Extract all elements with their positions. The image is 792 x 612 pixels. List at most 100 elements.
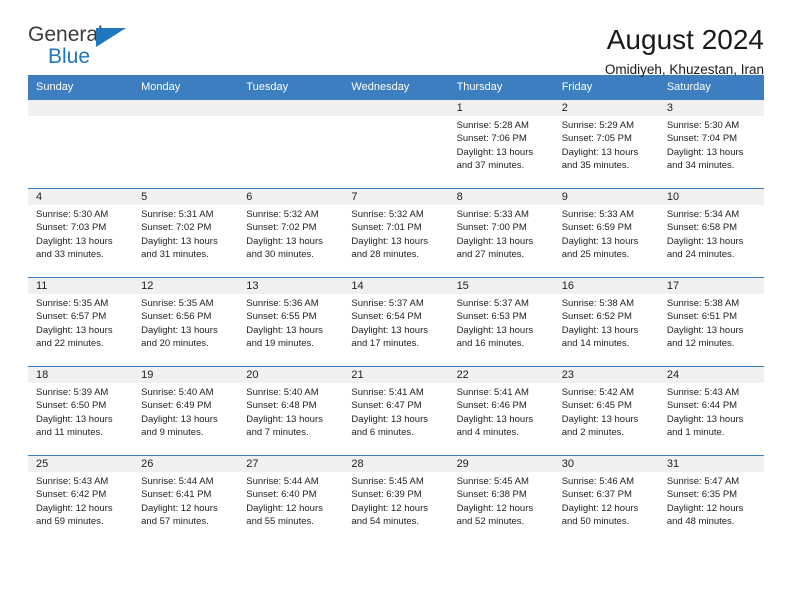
calendar-day-cell[interactable]: 20 Sunrise: 5:40 AM Sunset: 6:48 PM Dayligh… <box>238 366 344 456</box>
calendar-cell-empty <box>343 99 449 189</box>
day-detail-line: and 57 minutes. <box>141 515 209 527</box>
day-details: Sunrise: 5:41 AM Sunset: 6:47 PM Daylight:… <box>343 383 448 439</box>
calendar-day-cell[interactable]: 31 Sunrise: 5:47 AM Sunset: 6:35 PM Dayligh… <box>658 455 764 545</box>
day-detail-line: Sunset: 6:40 PM <box>246 489 317 501</box>
day-number: 25 <box>28 456 134 472</box>
calendar-day-cell[interactable]: 9 Sunrise: 5:33 AM Sunset: 6:59 PM Daylight… <box>553 188 659 278</box>
calendar-day-cell[interactable]: 21 Sunrise: 5:41 AM Sunset: 6:47 PM Dayligh… <box>343 366 449 456</box>
weekday-header-sunday: Sunday <box>28 75 134 100</box>
calendar-day-cell[interactable]: 14 Sunrise: 5:37 AM Sunset: 6:54 PM Dayligh… <box>343 277 449 367</box>
calendar-week-row: 25 Sunrise: 5:43 AM Sunset: 6:42 PM Dayligh… <box>28 455 764 545</box>
day-details: Sunrise: 5:30 AM Sunset: 7:03 PM Daylight:… <box>28 205 133 261</box>
day-detail-line: and 12 minutes. <box>666 337 735 349</box>
day-detail-line: Sunset: 6:50 PM <box>36 400 107 412</box>
day-detail-line: Sunset: 6:59 PM <box>561 222 632 234</box>
calendar-day-cell[interactable]: 17 Sunrise: 5:38 AM Sunset: 6:51 PM Dayligh… <box>658 277 764 367</box>
day-detail-line: and 31 minutes. <box>141 248 209 260</box>
calendar-day-cell[interactable]: 30 Sunrise: 5:46 AM Sunset: 6:37 PM Dayligh… <box>553 455 659 545</box>
day-details: Sunrise: 5:41 AM Sunset: 6:46 PM Daylight:… <box>449 383 554 439</box>
day-detail-line: and 33 minutes. <box>36 248 104 260</box>
calendar-day-cell[interactable]: 13 Sunrise: 5:36 AM Sunset: 6:55 PM Dayligh… <box>238 277 344 367</box>
day-details: Sunrise: 5:45 AM Sunset: 6:39 PM Daylight:… <box>343 472 448 528</box>
calendar-day-cell[interactable]: 28 Sunrise: 5:45 AM Sunset: 6:39 PM Dayligh… <box>343 455 449 545</box>
day-detail-line: Sunrise: 5:47 AM <box>666 476 740 487</box>
calendar-day-cell[interactable]: 23 Sunrise: 5:42 AM Sunset: 6:45 PM Dayligh… <box>553 366 659 456</box>
day-detail-line: Sunset: 6:54 PM <box>351 311 422 323</box>
day-detail-line: Sunset: 6:52 PM <box>561 311 632 323</box>
day-detail-line: Sunset: 6:41 PM <box>141 489 212 501</box>
day-detail-line: Sunrise: 5:41 AM <box>456 387 529 398</box>
day-detail-line: Sunrise: 5:29 AM <box>561 120 635 131</box>
day-detail-line: and 24 minutes. <box>666 248 735 260</box>
calendar-day-cell[interactable]: 26 Sunrise: 5:44 AM Sunset: 6:41 PM Dayligh… <box>133 455 239 545</box>
calendar-day-cell[interactable]: 18 Sunrise: 5:39 AM Sunset: 6:50 PM Dayligh… <box>28 366 134 456</box>
calendar-day-cell[interactable]: 4 Sunrise: 5:30 AM Sunset: 7:03 PM Daylight… <box>28 188 134 278</box>
day-detail-line: Sunrise: 5:40 AM <box>141 387 214 398</box>
day-details: Sunrise: 5:40 AM Sunset: 6:48 PM Daylight:… <box>238 383 343 439</box>
calendar-day-cell[interactable]: 15 Sunrise: 5:37 AM Sunset: 6:53 PM Dayligh… <box>448 277 554 367</box>
day-detail-line: Daylight: 13 hours <box>36 413 113 425</box>
calendar-day-cell[interactable]: 12 Sunrise: 5:35 AM Sunset: 6:56 PM Dayligh… <box>133 277 239 367</box>
day-details: Sunrise: 5:29 AM Sunset: 7:05 PM Daylight:… <box>554 116 659 172</box>
brand-logo[interactable]: General Blue <box>28 24 138 70</box>
day-detail-line: Daylight: 13 hours <box>666 235 744 247</box>
calendar-day-cell[interactable]: 5 Sunrise: 5:31 AM Sunset: 7:02 PM Daylight… <box>133 188 239 278</box>
calendar-day-cell[interactable]: 7 Sunrise: 5:32 AM Sunset: 7:01 PM Daylight… <box>343 188 449 278</box>
day-detail-line: Sunset: 6:42 PM <box>36 489 107 501</box>
day-details: Sunrise: 5:31 AM Sunset: 7:02 PM Daylight:… <box>133 205 238 261</box>
calendar-day-cell[interactable]: 25 Sunrise: 5:43 AM Sunset: 6:42 PM Dayligh… <box>28 455 134 545</box>
calendar-day-cell[interactable]: 8 Sunrise: 5:33 AM Sunset: 7:00 PM Daylight… <box>448 188 554 278</box>
day-detail-line: Sunrise: 5:43 AM <box>666 387 740 398</box>
day-detail-line: Daylight: 13 hours <box>351 324 428 336</box>
calendar-day-cell[interactable]: 19 Sunrise: 5:40 AM Sunset: 6:49 PM Dayligh… <box>133 366 239 456</box>
day-detail-line: Daylight: 13 hours <box>141 413 218 425</box>
day-detail-line: and 59 minutes. <box>36 515 104 527</box>
calendar-day-cell[interactable]: 10 Sunrise: 5:34 AM Sunset: 6:58 PM Dayligh… <box>658 188 764 278</box>
day-details: Sunrise: 5:28 AM Sunset: 7:06 PM Daylight:… <box>449 116 554 172</box>
day-detail-line: and 17 minutes. <box>351 337 420 349</box>
day-detail-line: Sunrise: 5:32 AM <box>351 209 424 220</box>
day-detail-line: Daylight: 13 hours <box>351 413 428 425</box>
day-detail-line: Sunset: 6:56 PM <box>141 311 212 323</box>
calendar-day-cell[interactable]: 22 Sunrise: 5:41 AM Sunset: 6:46 PM Dayligh… <box>448 366 554 456</box>
calendar-day-cell[interactable]: 2 Sunrise: 5:29 AM Sunset: 7:05 PM Daylight… <box>553 99 659 189</box>
triangle-icon <box>96 28 126 47</box>
day-details: Sunrise: 5:35 AM Sunset: 6:57 PM Daylight:… <box>28 294 133 350</box>
day-details: Sunrise: 5:39 AM Sunset: 6:50 PM Daylight:… <box>28 383 133 439</box>
day-detail-line: Sunset: 7:05 PM <box>561 133 632 145</box>
calendar-day-cell[interactable]: 29 Sunrise: 5:45 AM Sunset: 6:38 PM Dayligh… <box>448 455 554 545</box>
day-detail-line: Sunrise: 5:34 AM <box>666 209 740 220</box>
calendar-day-cell[interactable]: 11 Sunrise: 5:35 AM Sunset: 6:57 PM Dayligh… <box>28 277 134 367</box>
calendar-day-cell[interactable]: 3 Sunrise: 5:30 AM Sunset: 7:04 PM Daylight… <box>658 99 764 189</box>
day-detail-line: Daylight: 12 hours <box>351 502 428 514</box>
day-details: Sunrise: 5:40 AM Sunset: 6:49 PM Daylight:… <box>133 383 238 439</box>
day-detail-line: Sunrise: 5:33 AM <box>456 209 529 220</box>
calendar-day-cell[interactable]: 1 Sunrise: 5:28 AM Sunset: 7:06 PM Daylight… <box>448 99 554 189</box>
day-detail-line: Daylight: 13 hours <box>456 324 534 336</box>
day-detail-line: Daylight: 13 hours <box>36 235 113 247</box>
calendar-day-cell[interactable]: 16 Sunrise: 5:38 AM Sunset: 6:52 PM Dayligh… <box>553 277 659 367</box>
day-detail-line: Daylight: 13 hours <box>666 146 744 158</box>
day-detail-line: Sunset: 6:45 PM <box>561 400 632 412</box>
day-detail-line: Daylight: 13 hours <box>246 235 323 247</box>
day-detail-line: Sunrise: 5:45 AM <box>351 476 424 487</box>
day-detail-line: Sunset: 6:58 PM <box>666 222 738 234</box>
day-detail-line: and 2 minutes. <box>561 426 625 438</box>
calendar-day-cell[interactable]: 6 Sunrise: 5:32 AM Sunset: 7:02 PM Daylight… <box>238 188 344 278</box>
day-details: Sunrise: 5:34 AM Sunset: 6:58 PM Daylight:… <box>659 205 764 261</box>
day-detail-line: Daylight: 13 hours <box>666 324 744 336</box>
day-detail-line: Daylight: 13 hours <box>561 413 639 425</box>
weekday-header-thursday: Thursday <box>448 75 554 100</box>
day-details: Sunrise: 5:37 AM Sunset: 6:53 PM Daylight:… <box>449 294 554 350</box>
calendar-day-cell[interactable]: 27 Sunrise: 5:44 AM Sunset: 6:40 PM Dayligh… <box>238 455 344 545</box>
day-number: 6 <box>238 189 344 205</box>
day-number <box>133 100 239 116</box>
day-detail-line: and 19 minutes. <box>246 337 314 349</box>
day-detail-line: Daylight: 13 hours <box>666 413 744 425</box>
day-number: 8 <box>448 189 554 205</box>
day-details: Sunrise: 5:43 AM Sunset: 6:42 PM Daylight:… <box>28 472 133 528</box>
day-details: Sunrise: 5:32 AM Sunset: 7:02 PM Daylight:… <box>238 205 343 261</box>
day-detail-line: Sunrise: 5:37 AM <box>456 298 529 309</box>
day-detail-line: Sunrise: 5:38 AM <box>561 298 635 309</box>
calendar-day-cell[interactable]: 24 Sunrise: 5:43 AM Sunset: 6:44 PM Dayligh… <box>658 366 764 456</box>
